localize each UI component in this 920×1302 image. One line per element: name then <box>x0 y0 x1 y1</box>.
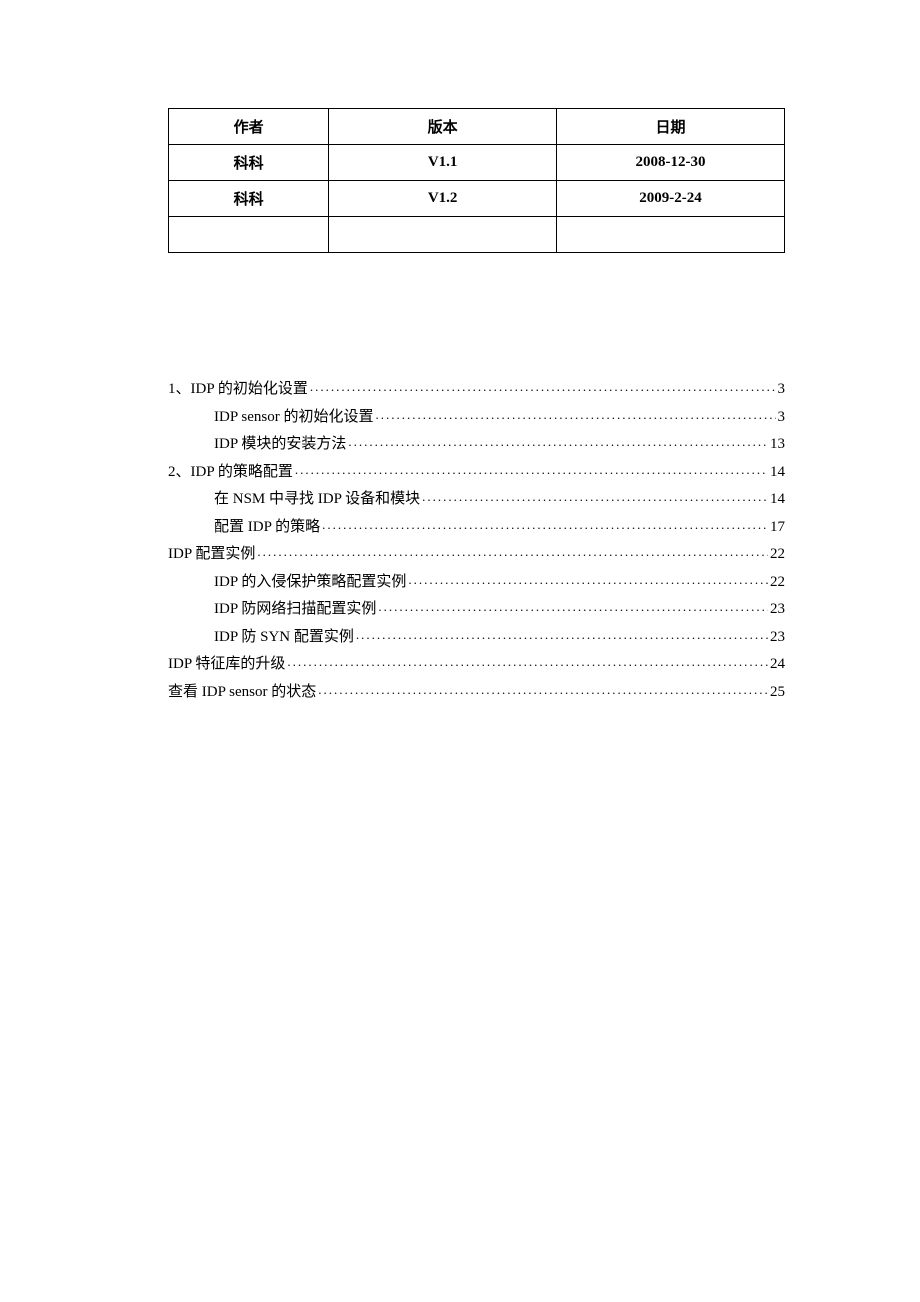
toc-entry: IDP 的入侵保护策略配置实例 22 <box>168 571 785 590</box>
table-cell-author: 科科 <box>169 181 329 217</box>
toc-label: IDP 的入侵保护策略配置实例 <box>214 575 406 590</box>
table-row: 科科 V1.2 2009-2-24 <box>169 181 785 217</box>
table-header-row: 作者 版本 日期 <box>169 109 785 145</box>
toc-leader-dots <box>378 598 768 613</box>
toc-leader-dots <box>422 488 768 503</box>
toc-entry: 在 NSM 中寻找 IDP 设备和模块 14 <box>168 488 785 507</box>
table-cell-date: 2008-12-30 <box>557 145 785 181</box>
table-header-cell: 版本 <box>329 109 557 145</box>
toc-leader-dots <box>408 571 768 586</box>
table-row: 科科 V1.1 2008-12-30 <box>169 145 785 181</box>
toc-label: IDP 配置实例 <box>168 547 255 562</box>
toc-entry: IDP 特征库的升级 24 <box>168 653 785 672</box>
toc-entry: IDP sensor 的初始化设置 3 <box>168 406 785 425</box>
toc-page-number: 22 <box>770 547 785 562</box>
toc-leader-dots <box>310 378 776 393</box>
table-header-cell: 作者 <box>169 109 329 145</box>
toc-leader-dots <box>287 653 768 668</box>
toc-entry: 查看 IDP sensor 的状态 25 <box>168 681 785 700</box>
table-cell-date: 2009-2-24 <box>557 181 785 217</box>
toc-label: 1、IDP 的初始化设置 <box>168 382 308 397</box>
toc-label: IDP 防 SYN 配置实例 <box>214 630 354 645</box>
toc-leader-dots <box>257 543 768 558</box>
table-row <box>169 217 785 253</box>
toc-label: IDP 特征库的升级 <box>168 657 285 672</box>
toc-label: 在 NSM 中寻找 IDP 设备和模块 <box>214 492 420 507</box>
toc-leader-dots <box>375 406 775 421</box>
toc-entry: IDP 配置实例 22 <box>168 543 785 562</box>
table-cell-version: V1.2 <box>329 181 557 217</box>
toc-entry: IDP 防网络扫描配置实例 23 <box>168 598 785 617</box>
toc-leader-dots <box>318 681 768 696</box>
toc-page-number: 3 <box>778 410 786 425</box>
toc-page-number: 22 <box>770 575 785 590</box>
toc-label: 2、IDP 的策略配置 <box>168 465 293 480</box>
toc-entry: 2、IDP 的策略配置 14 <box>168 461 785 480</box>
toc-label: 配置 IDP 的策略 <box>214 520 320 535</box>
version-table: 作者 版本 日期 科科 V1.1 2008-12-30 科科 V1.2 2009… <box>168 108 785 253</box>
toc-label: 查看 IDP sensor 的状态 <box>168 685 316 700</box>
toc-entry: 1、IDP 的初始化设置 3 <box>168 378 785 397</box>
table-cell-version <box>329 217 557 253</box>
document-page: 作者 版本 日期 科科 V1.1 2008-12-30 科科 V1.2 2009… <box>0 0 920 700</box>
toc-page-number: 14 <box>770 492 785 507</box>
table-header-cell: 日期 <box>557 109 785 145</box>
toc-label: IDP 防网络扫描配置实例 <box>214 602 376 617</box>
toc-entry: 配置 IDP 的策略 17 <box>168 516 785 535</box>
table-cell-author <box>169 217 329 253</box>
table-cell-version: V1.1 <box>329 145 557 181</box>
toc-label: IDP 模块的安装方法 <box>214 437 346 452</box>
toc-page-number: 17 <box>770 520 785 535</box>
toc-leader-dots <box>348 433 768 448</box>
toc-page-number: 14 <box>770 465 785 480</box>
toc-label: IDP sensor 的初始化设置 <box>214 410 373 425</box>
toc-page-number: 23 <box>770 602 785 617</box>
toc-page-number: 24 <box>770 657 785 672</box>
toc-entry: IDP 模块的安装方法 13 <box>168 433 785 452</box>
table-cell-author: 科科 <box>169 145 329 181</box>
toc-page-number: 25 <box>770 685 785 700</box>
toc-page-number: 13 <box>770 437 785 452</box>
toc-page-number: 23 <box>770 630 785 645</box>
toc-entry: IDP 防 SYN 配置实例 23 <box>168 626 785 645</box>
toc-page-number: 3 <box>778 382 786 397</box>
toc-leader-dots <box>356 626 768 641</box>
toc-leader-dots <box>322 516 768 531</box>
table-of-contents: 1、IDP 的初始化设置 3 IDP sensor 的初始化设置 3 IDP 模… <box>168 378 785 700</box>
table-cell-date <box>557 217 785 253</box>
toc-leader-dots <box>295 461 768 476</box>
